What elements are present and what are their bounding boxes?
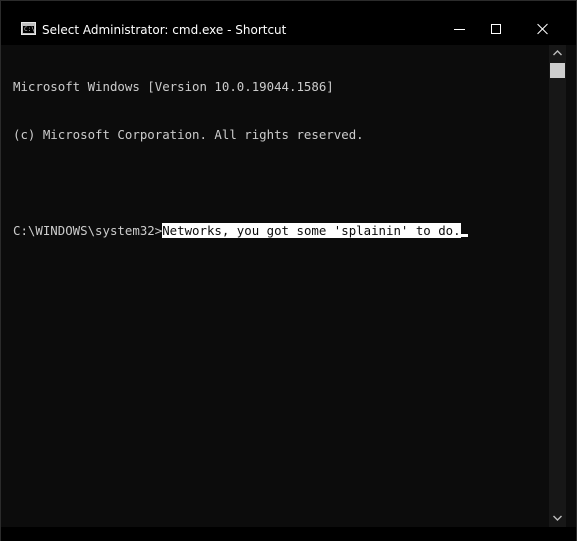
console-line-version: Microsoft Windows [Version 10.0.19044.15…: [13, 79, 334, 94]
console-area[interactable]: Microsoft Windows [Version 10.0.19044.15…: [2, 45, 550, 527]
maximize-icon: [491, 24, 501, 34]
minimize-icon: [454, 29, 465, 30]
scroll-up-arrow-icon: [553, 50, 562, 56]
scroll-thumb[interactable]: [550, 63, 565, 78]
cmd-icon-prompt: C:\: [24, 26, 35, 33]
scroll-down-arrow-icon: [553, 515, 562, 521]
cmd-icon[interactable]: C:\: [21, 22, 36, 35]
text-cursor: [460, 234, 468, 237]
window-bottom-border: [1, 527, 576, 541]
scroll-down-button[interactable]: [549, 510, 566, 527]
maximize-button[interactable]: [473, 15, 519, 45]
console-output: Microsoft Windows [Version 10.0.19044.15…: [13, 47, 468, 271]
cmd-window: C:\ Select Administrator: cmd.exe - Shor…: [0, 0, 577, 541]
console-prompt-line: C:\WINDOWS\system32>Networks, you got so…: [13, 223, 468, 239]
selected-text[interactable]: Networks, you got some 'splainin' to do.: [162, 223, 461, 238]
command-prompt: C:\WINDOWS\system32>: [13, 223, 163, 238]
console-line-copyright: (c) Microsoft Corporation. All rights re…: [13, 127, 364, 142]
vertical-scrollbar[interactable]: [549, 45, 566, 527]
close-button[interactable]: [519, 15, 565, 45]
title-bar[interactable]: C:\ Select Administrator: cmd.exe - Shor…: [1, 1, 576, 45]
close-icon: [537, 23, 549, 35]
scroll-up-button[interactable]: [549, 45, 566, 62]
window-title: Select Administrator: cmd.exe - Shortcut: [42, 23, 287, 37]
